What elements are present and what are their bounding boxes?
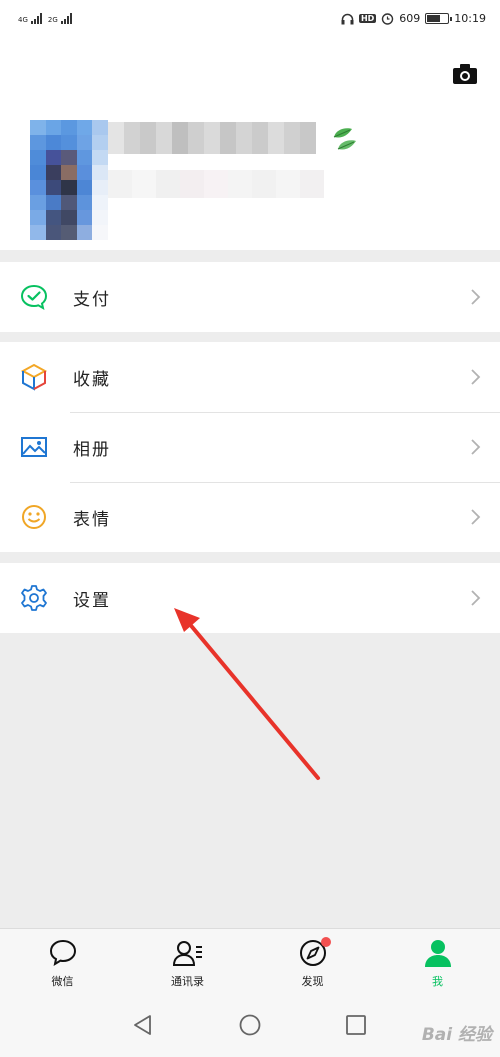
network-speed: 609 (399, 12, 421, 25)
chevron-right-icon (471, 439, 481, 455)
tab-label: 我 (432, 975, 443, 988)
compass-icon (297, 937, 331, 969)
bottom-tab-bar: 微信 通讯录 发现 我 (0, 928, 500, 998)
profile-header[interactable] (0, 40, 500, 250)
menu-label-settings: 设置 (73, 590, 111, 611)
tab-chats[interactable]: 微信 (0, 929, 125, 998)
headphones-icon (341, 13, 354, 24)
alarm-icon (382, 13, 394, 25)
camera-icon[interactable] (452, 63, 478, 85)
chevron-right-icon (471, 590, 481, 606)
square-recents-icon[interactable] (345, 1014, 367, 1036)
status-bar: 4G 2G HD 609 10:19 (0, 0, 500, 40)
tab-label: 通讯录 (171, 975, 204, 988)
nickname-blurred (108, 122, 316, 154)
tab-me[interactable]: 我 (375, 929, 500, 998)
signal-4g-icon: 4G (18, 13, 42, 24)
leaf-icon (333, 128, 356, 150)
menu-item-album[interactable]: 相册 (0, 412, 500, 482)
cube-icon (20, 363, 48, 391)
menu-label-favorites: 收藏 (73, 369, 111, 390)
wechat-id-blurred (108, 170, 324, 198)
circle-home-icon[interactable] (239, 1014, 261, 1036)
contacts-icon (172, 937, 204, 969)
menu-section-pay: 支付 (0, 262, 500, 332)
person-icon (422, 937, 454, 969)
battery-icon (425, 13, 453, 24)
signal-2g-icon: 2G (48, 13, 72, 24)
gear-icon (20, 584, 48, 612)
avatar[interactable] (30, 120, 108, 240)
menu-label-album: 相册 (73, 439, 111, 460)
triangle-back-icon[interactable] (132, 1014, 154, 1036)
hd-badge: HD (358, 14, 377, 23)
tab-label: 发现 (301, 975, 324, 988)
tab-contacts[interactable]: 通讯录 (125, 929, 250, 998)
menu-section-content: 收藏 相册 表情 (0, 342, 500, 552)
image-icon (20, 433, 48, 461)
menu-label-pay: 支付 (73, 289, 111, 310)
tab-label: 微信 (51, 975, 74, 988)
menu-item-favorites[interactable]: 收藏 (0, 342, 500, 412)
menu-item-stickers[interactable]: 表情 (0, 482, 500, 552)
menu-item-pay[interactable]: 支付 (0, 262, 500, 332)
wechat-pay-icon (20, 283, 48, 311)
chat-bubble-icon (47, 937, 79, 969)
clock: 10:19 (454, 12, 486, 25)
menu-section-settings: 设置 (0, 563, 500, 633)
watermark: Bai 经验 (421, 1025, 492, 1045)
chevron-right-icon (471, 289, 481, 305)
unread-badge (320, 937, 331, 947)
smile-icon (20, 503, 48, 531)
menu-item-settings[interactable]: 设置 (0, 563, 500, 633)
chevron-right-icon (471, 369, 481, 385)
chevron-right-icon (471, 509, 481, 525)
system-nav-bar: Bai 经验 (0, 998, 500, 1057)
tab-discover[interactable]: 发现 (250, 929, 375, 998)
menu-label-stickers: 表情 (73, 509, 111, 530)
